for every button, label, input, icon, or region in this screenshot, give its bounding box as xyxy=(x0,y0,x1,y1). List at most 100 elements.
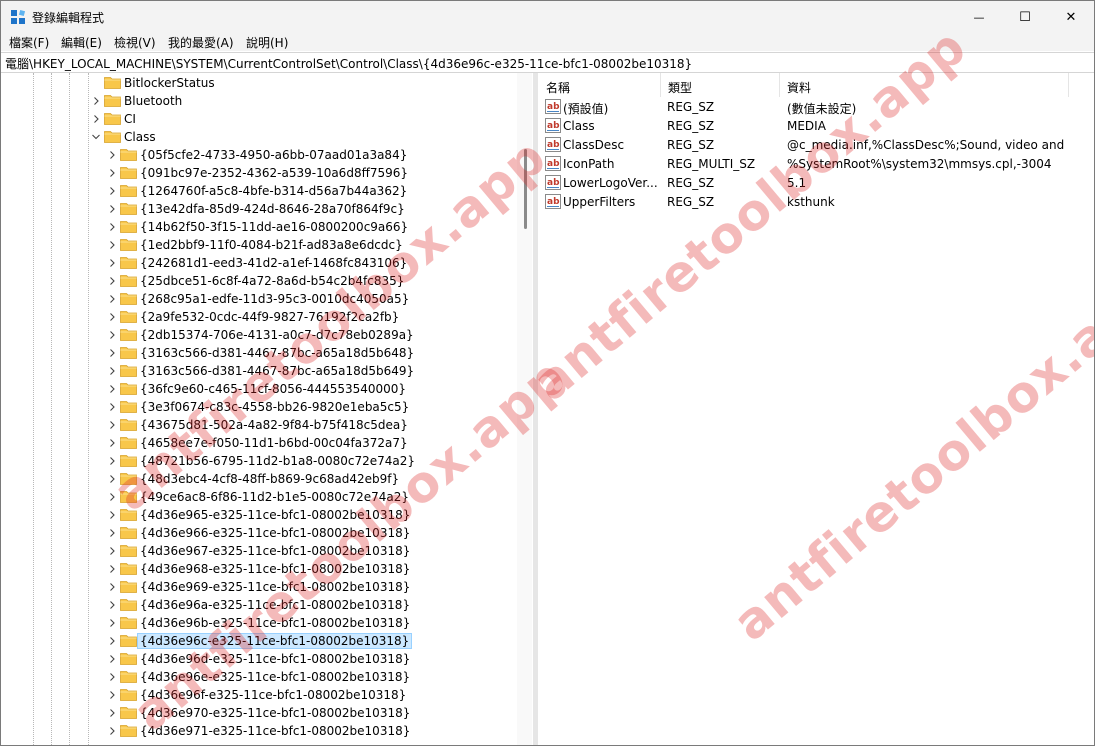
chevron-right-icon[interactable] xyxy=(106,491,118,503)
chevron-right-icon[interactable] xyxy=(106,635,118,647)
column-header-data[interactable]: 資料 xyxy=(779,73,1069,97)
value-type: REG_SZ xyxy=(667,119,715,133)
values-list[interactable]: 名稱 類型 資料 ab (預設值) REG_SZ (數值未設定) ab Class REG_… xyxy=(538,73,1094,745)
tree-guide-line xyxy=(51,73,52,745)
folder-icon xyxy=(104,77,121,89)
folder-icon xyxy=(120,635,137,647)
chevron-right-icon[interactable] xyxy=(106,509,118,521)
folder-icon xyxy=(120,509,137,521)
chevron-right-icon[interactable] xyxy=(106,275,118,287)
value-data: 5.1 xyxy=(787,176,807,190)
chevron-right-icon[interactable] xyxy=(106,149,118,161)
tree-scrollbar-thumb[interactable] xyxy=(524,149,527,229)
chevron-right-icon[interactable] xyxy=(106,653,118,665)
chevron-right-icon[interactable] xyxy=(106,419,118,431)
menu-favorites[interactable]: 我的最愛(A) xyxy=(168,34,234,51)
minimize-button[interactable]: — xyxy=(956,1,1002,33)
chevron-right-icon[interactable] xyxy=(106,239,118,251)
maximize-button[interactable]: ☐ xyxy=(1002,1,1048,33)
column-header-type[interactable]: 類型 xyxy=(660,73,779,97)
folder-icon xyxy=(104,131,121,143)
tree-node-label: {4d36e96d-e325-11ce-bfc1-08002be10318} xyxy=(140,652,411,666)
chevron-right-icon[interactable] xyxy=(106,725,118,737)
svg-text:ab: ab xyxy=(547,121,560,131)
value-name: ClassDesc xyxy=(563,138,625,152)
chevron-right-icon[interactable] xyxy=(106,707,118,719)
chevron-right-icon[interactable] xyxy=(106,689,118,701)
tree-guide-line xyxy=(88,73,89,745)
window-title: 登錄編輯程式 xyxy=(32,11,105,25)
folder-icon xyxy=(120,581,137,593)
chevron-right-icon[interactable] xyxy=(106,203,118,215)
maximize-icon: ☐ xyxy=(1019,9,1031,25)
value-row[interactable]: ab LowerLogoVer... REG_SZ 5.1 xyxy=(538,174,1094,193)
chevron-right-icon[interactable] xyxy=(106,671,118,683)
folder-icon xyxy=(120,365,137,377)
chevron-right-icon[interactable] xyxy=(106,383,118,395)
chevron-right-icon[interactable] xyxy=(106,257,118,269)
column-header-data-label: 資料 xyxy=(787,81,812,95)
chevron-right-icon[interactable] xyxy=(106,617,118,629)
chevron-right-icon[interactable] xyxy=(106,185,118,197)
tree-node-label: {13e42dfa-85d9-424d-8646-28a70f864f9c} xyxy=(140,202,405,216)
chevron-right-icon[interactable] xyxy=(106,221,118,233)
key-tree[interactable]: BitlockerStatus Bluetooth CI Class {05f5cfe2… xyxy=(1,73,532,745)
tree-guide-line xyxy=(33,73,34,745)
value-data: (數值未設定) xyxy=(787,102,857,116)
chevron-right-icon[interactable] xyxy=(90,113,102,125)
tree-node-label: {4d36e970-e325-11ce-bfc1-08002be10318} xyxy=(140,706,411,720)
column-divider[interactable] xyxy=(1068,73,1069,97)
tree-node-label: BitlockerStatus xyxy=(124,76,215,90)
tree-node-label: {242681d1-eed3-41d2-a1ef-1468fc843106} xyxy=(140,256,408,270)
string-value-icon: ab xyxy=(545,175,561,190)
tree-node-label: {4658ee7e-f050-11d1-b6bd-00c04fa372a7} xyxy=(140,436,408,450)
chevron-right-icon[interactable] xyxy=(106,563,118,575)
chevron-right-icon[interactable] xyxy=(106,365,118,377)
menu-file[interactable]: 檔案(F) xyxy=(9,34,49,51)
tree-node-label: {05f5cfe2-4733-4950-a6bb-07aad01a3a84} xyxy=(140,148,408,162)
chevron-right-icon[interactable] xyxy=(106,347,118,359)
tree-node-label: CI xyxy=(124,112,136,126)
string-value-icon: ab xyxy=(545,118,561,133)
tree-node-label: {1264760f-a5c8-4bfe-b314-d56a7b44a362} xyxy=(140,184,408,198)
tree-node-label: {14b62f50-3f15-11dd-ae16-0800200c9a66} xyxy=(140,220,409,234)
chevron-right-icon[interactable] xyxy=(106,401,118,413)
value-row[interactable]: ab UpperFilters REG_SZ ksthunk xyxy=(538,193,1094,212)
chevron-right-icon[interactable] xyxy=(106,527,118,539)
address-bar[interactable]: 電腦\HKEY_LOCAL_MACHINE\SYSTEM\CurrentCont… xyxy=(1,52,1094,73)
chevron-right-icon[interactable] xyxy=(106,437,118,449)
value-row[interactable]: ab Class REG_SZ MEDIA xyxy=(538,117,1094,136)
chevron-down-icon[interactable] xyxy=(90,131,102,143)
address-path[interactable]: 電腦\HKEY_LOCAL_MACHINE\SYSTEM\CurrentCont… xyxy=(5,55,692,72)
tree-node-label: {25dbce51-6c8f-4a72-8a6d-b54c2b4fc835} xyxy=(140,274,405,288)
value-row[interactable]: ab ClassDesc REG_SZ @c_media.inf,%ClassDesc… xyxy=(538,136,1094,155)
chevron-right-icon[interactable] xyxy=(106,293,118,305)
tree-node-label: {4d36e96f-e325-11ce-bfc1-08002be10318} xyxy=(140,688,407,702)
value-data: ksthunk xyxy=(787,195,835,209)
menu-bar: 檔案(F) 編輯(E) 檢視(V) 我的最愛(A) 說明(H) xyxy=(1,33,1094,51)
value-row[interactable]: ab (預設值) REG_SZ (數值未設定) xyxy=(538,98,1094,117)
folder-icon xyxy=(120,545,137,557)
chevron-right-icon[interactable] xyxy=(106,329,118,341)
menu-help[interactable]: 說明(H) xyxy=(246,34,288,51)
folder-icon xyxy=(120,671,137,683)
chevron-right-icon[interactable] xyxy=(106,311,118,323)
menu-view[interactable]: 檢視(V) xyxy=(114,34,156,51)
chevron-right-icon[interactable] xyxy=(106,455,118,467)
value-name: LowerLogoVer... xyxy=(563,176,658,190)
folder-icon xyxy=(120,275,137,287)
chevron-right-icon[interactable] xyxy=(106,581,118,593)
folder-icon xyxy=(104,95,121,107)
value-name: (預設值) xyxy=(563,102,609,116)
chevron-right-icon[interactable] xyxy=(106,473,118,485)
chevron-right-icon[interactable] xyxy=(106,545,118,557)
registry-editor-window: 登錄編輯程式 — ☐ ✕ 檔案(F) 編輯(E) 檢視(V) 我的最愛(A) 說… xyxy=(0,0,1095,746)
column-header-name[interactable]: 名稱 xyxy=(538,73,660,97)
chevron-right-icon[interactable] xyxy=(106,599,118,611)
close-button[interactable]: ✕ xyxy=(1048,1,1094,33)
menu-edit[interactable]: 編輯(E) xyxy=(61,34,102,51)
chevron-right-icon[interactable] xyxy=(90,95,102,107)
chevron-right-icon[interactable] xyxy=(106,167,118,179)
value-row[interactable]: ab IconPath REG_MULTI_SZ %SystemRoot%\syste… xyxy=(538,155,1094,174)
minimize-icon: — xyxy=(973,10,985,24)
